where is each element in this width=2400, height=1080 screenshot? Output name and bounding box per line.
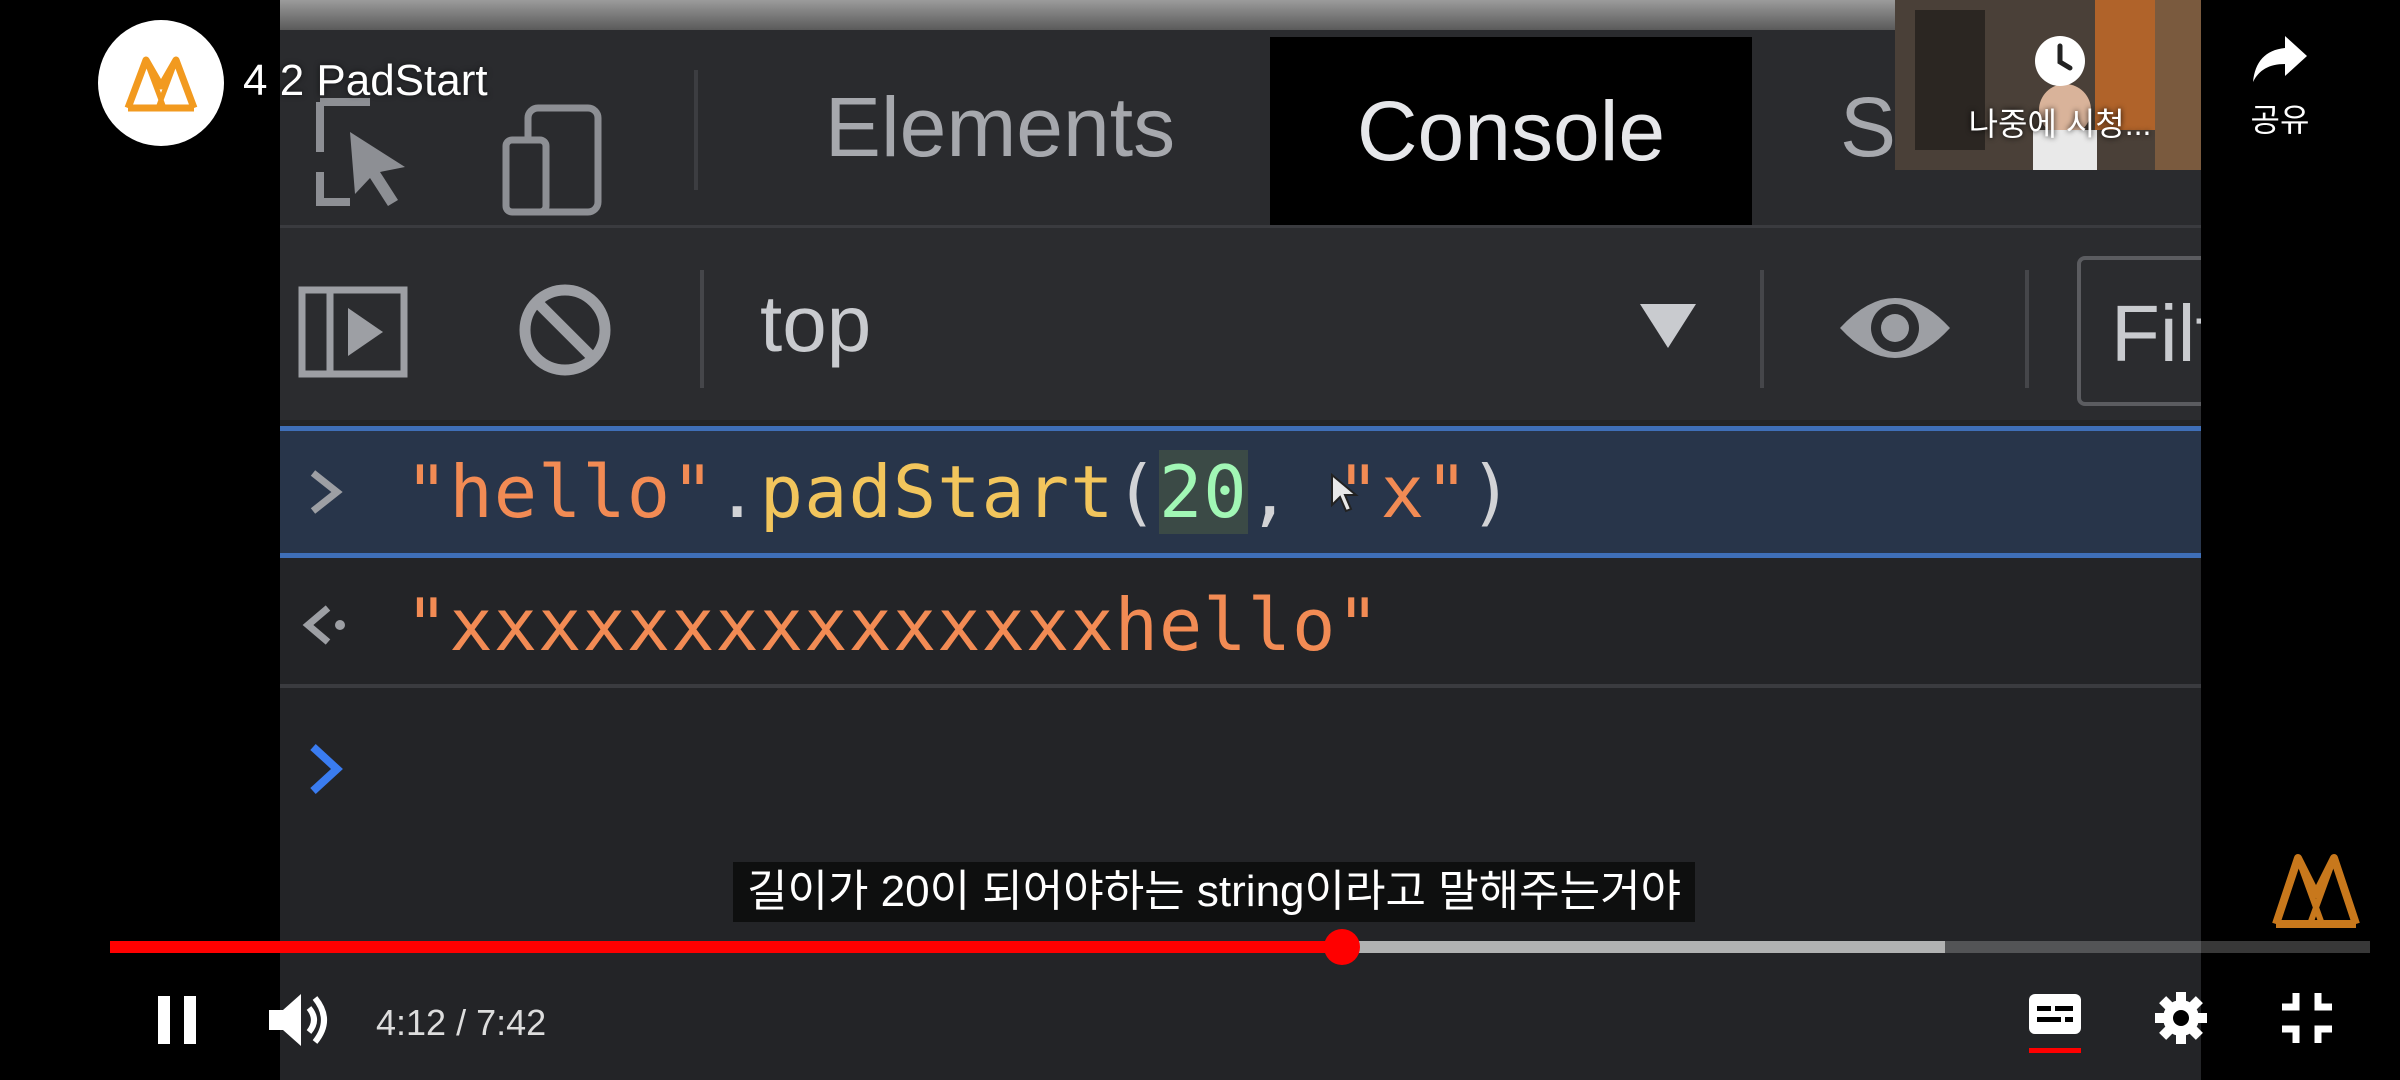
channel-watermark-icon[interactable]: [2270, 850, 2362, 930]
watch-later-label: 나중에 시청...: [1968, 106, 2152, 142]
live-expression-eye-icon[interactable]: [1835, 283, 1955, 373]
share-arrow-icon: [2253, 36, 2307, 82]
time-display: 4:12 / 7:42: [376, 1002, 547, 1043]
device-toolbar-icon: [502, 104, 602, 216]
tab-divider: [694, 70, 698, 190]
output-prompt-icon: [280, 600, 370, 650]
toolbar-separator: [700, 270, 704, 388]
volume-button[interactable]: [265, 985, 335, 1055]
share-button[interactable]: 공유: [2230, 34, 2330, 141]
clear-console-icon[interactable]: [515, 280, 615, 380]
tab-elements[interactable]: Elements: [800, 30, 1200, 225]
video-title[interactable]: 4 2 PadStart: [243, 56, 488, 106]
volume-icon: [269, 994, 327, 1046]
console-output-line: "xxxxxxxxxxxxxxxhello": [280, 566, 2201, 688]
pause-button[interactable]: [145, 990, 211, 1050]
console-output-value: "xxxxxxxxxxxxxxxhello": [405, 583, 1381, 667]
dropdown-caret-icon[interactable]: [1640, 304, 1696, 348]
console-input-line: "hello".padStart(20, "x"): [280, 426, 2201, 558]
filter-input[interactable]: Filter: [2077, 256, 2201, 406]
progress-scrubber-handle[interactable]: [1323, 929, 1360, 965]
clock-icon: [2035, 36, 2085, 86]
console-toolbar: top Filter: [280, 225, 2201, 420]
pause-icon: [158, 996, 196, 1044]
subtitles-icon: [2029, 994, 2081, 1053]
console-empty-prompt[interactable]: [280, 694, 2201, 844]
console-panel: "hello".padStart(20, "x") "xxxxxxxxxxxxx…: [280, 420, 2201, 1080]
input-prompt-icon: [280, 467, 370, 517]
channel-avatar[interactable]: [98, 20, 224, 146]
subtitle-caption: 길이가 20이 되어야하는 string이라고 말해주는거야: [733, 862, 1696, 922]
prompt-chevron-icon: [280, 741, 370, 797]
channel-logo-icon: [124, 56, 198, 112]
toolbar-separator: [1760, 270, 1764, 388]
settings-button[interactable]: [2148, 985, 2214, 1051]
mouse-cursor-icon: [1331, 473, 1359, 513]
tab-console[interactable]: Console: [1270, 37, 1752, 225]
inspect-element-icon: [316, 98, 405, 206]
watch-later-button[interactable]: 나중에 시청...: [1950, 34, 2170, 145]
sidebar-toggle-icon[interactable]: [298, 286, 408, 378]
exit-fullscreen-icon: [2282, 993, 2332, 1043]
share-label: 공유: [2250, 102, 2310, 138]
subtitles-button[interactable]: [2020, 985, 2090, 1061]
toolbar-separator: [2025, 270, 2029, 388]
context-selector[interactable]: top: [760, 278, 871, 370]
exit-fullscreen-button[interactable]: [2274, 985, 2340, 1051]
progress-bar[interactable]: [110, 929, 2370, 965]
gear-icon: [2155, 992, 2207, 1044]
progress-played: [110, 941, 1342, 953]
